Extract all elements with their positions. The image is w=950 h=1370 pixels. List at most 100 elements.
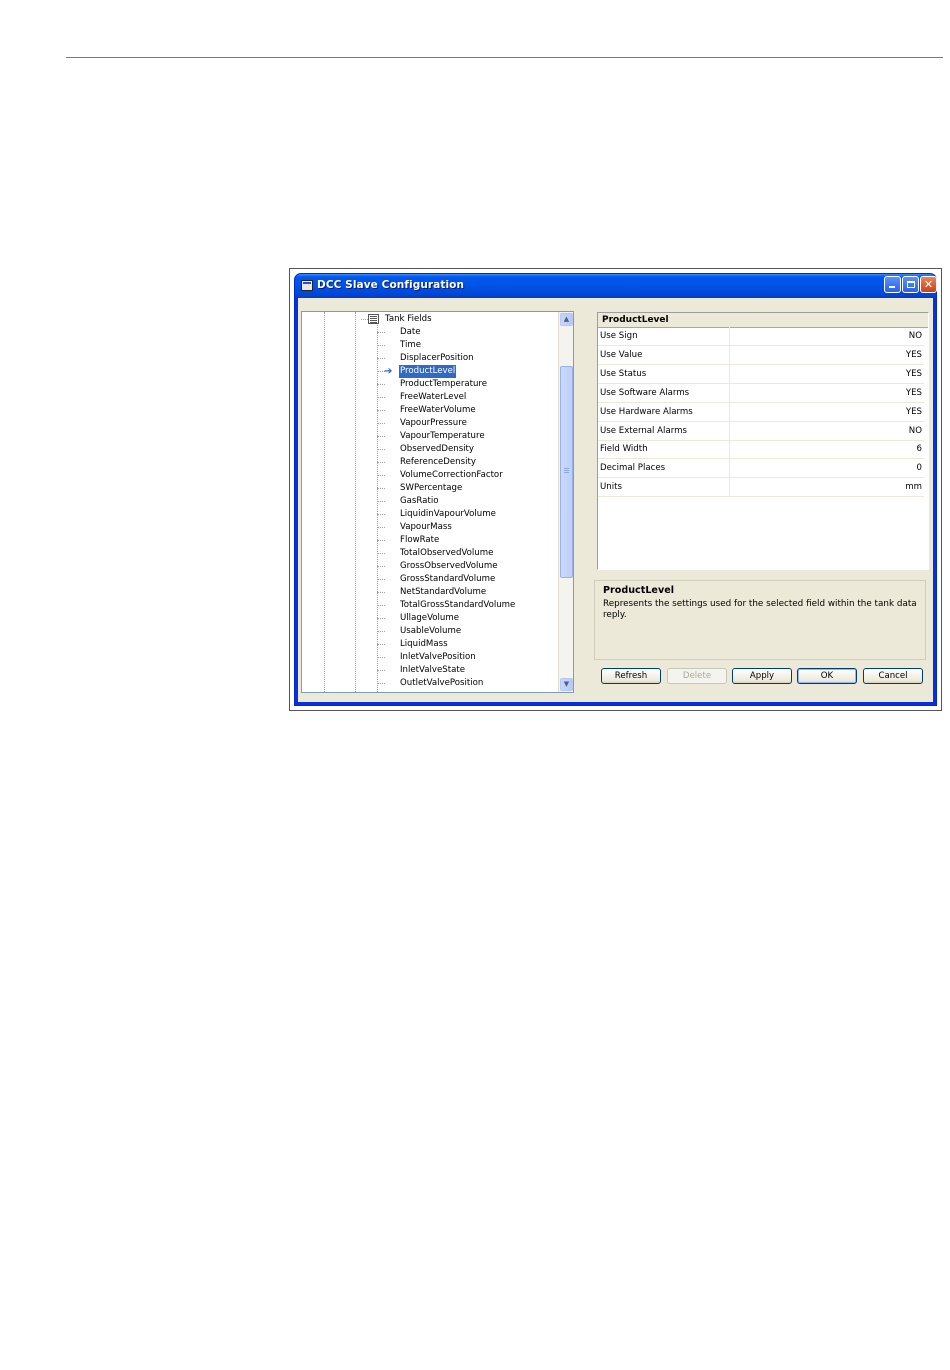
property-value[interactable]: mm [905,478,922,496]
tree-item-label: UllageVolume [400,613,460,623]
tree-item-label: LiquidMass [400,639,448,649]
window-app-icon [301,280,313,291]
tree-connector [361,319,368,320]
column-divider [729,383,730,402]
column-divider [729,440,730,459]
tree-connector [377,592,385,593]
screenshot-frame: DCC Slave Configuration ✕ Tank Fields Dat… [289,268,942,711]
property-row[interactable]: Use Hardware Alarms YES [598,402,924,422]
tree-item-label: ReferenceDensity [400,457,476,467]
property-name: Use External Alarms [600,425,687,436]
property-row[interactable]: Field Width 6 [598,440,924,460]
scroll-down-button[interactable]: ▼ [560,678,573,691]
arrow-right-icon: ➔ [384,366,393,377]
tree-item-label: VapourMass [400,522,452,532]
tree-item-label: ProductLevel [399,365,457,378]
tree-item-label: SWPercentage [400,483,463,493]
property-value[interactable]: NO [909,422,922,440]
description-panel: ProductLevel Represents the settings use… [594,580,926,660]
tree-connector [377,397,385,398]
tree-item-label: UsableVolume [400,626,462,636]
property-row[interactable]: Use Sign NO [598,327,924,346]
tree-item-label: ObservedDensity [400,444,475,454]
tree-connector [377,553,385,554]
grip-icon [564,468,569,469]
scroll-up-button[interactable]: ▲ [560,313,573,326]
tree-item-label: Time [400,340,422,350]
tree-connector [377,423,385,424]
tree-connector [377,631,385,632]
tree-item-label: VapourTemperature [400,431,485,441]
minimize-icon [889,286,895,288]
column-divider [729,327,730,345]
property-grid-header: ProductLevel [598,313,928,328]
property-value[interactable]: YES [906,384,922,402]
column-divider [729,402,730,421]
cancel-button[interactable]: Cancel [863,668,923,684]
apply-button[interactable]: Apply [732,668,792,684]
tree-connector [377,332,385,333]
maximize-icon [906,281,915,288]
ok-button[interactable]: OK [797,668,857,684]
tree-item-label: ProductTemperature [400,379,488,389]
delete-button[interactable]: Delete [667,668,727,684]
tree-item-label: FlowRate [400,535,440,545]
tree-connector [377,566,385,567]
property-name: Use Status [600,368,647,379]
property-row[interactable]: Use Value YES [598,345,924,365]
column-divider [729,459,730,478]
property-name: Use Hardware Alarms [600,406,693,417]
property-value[interactable]: YES [906,346,922,364]
property-row[interactable]: Units mm [598,478,924,498]
window-title: DCC Slave Configuration [317,279,465,291]
tree-item-label: TotalGrossStandardVolume [400,600,516,610]
property-row[interactable]: Use External Alarms NO [598,421,924,441]
tree-item-label: GasRatio [400,496,439,506]
property-name: Decimal Places [600,463,666,474]
tree-item-label: GrossStandardVolume [400,574,496,584]
property-grid: ProductLevel Use Sign NO Use Value YES Use S… [597,312,929,570]
tree-connector [377,449,385,450]
property-value[interactable]: 6 [917,440,922,458]
tree-connector [377,436,385,437]
tree-item-label: VolumeCorrectionFactor [400,470,503,480]
dialog-client-area: Tank Fields Date Time DisplacerPosition ➔ Pro… [298,298,933,702]
tree-connector [377,384,385,385]
property-name: Units [600,482,622,493]
tree-scrollbar[interactable]: ▲ ▼ [558,312,573,692]
tank-fields-tree[interactable]: Tank Fields Date Time DisplacerPosition ➔ Pro… [301,311,574,693]
tree-connector [377,683,385,684]
property-value[interactable]: NO [909,327,922,345]
tree-connector [377,644,385,645]
tree-item-label: Date [400,327,421,337]
maximize-button[interactable] [902,276,919,293]
property-row[interactable]: Decimal Places 0 [598,459,924,479]
title-bar[interactable]: DCC Slave Configuration ✕ [295,274,937,298]
property-value[interactable]: YES [906,365,922,383]
tree-connector [377,579,385,580]
property-name: Use Sign [600,331,638,341]
chevron-down-icon: ▼ [563,680,570,688]
refresh-button[interactable]: Refresh [601,668,661,684]
dialog-window: DCC Slave Configuration ✕ Tank Fields Dat… [294,273,937,706]
property-row[interactable]: Use Software Alarms YES [598,383,924,403]
column-divider [729,478,730,497]
property-name: Use Value [600,349,643,360]
close-icon: ✕ [923,278,934,291]
tree-connector [377,514,385,515]
property-row[interactable]: Use Status YES [598,364,924,384]
tree-item-label: TotalObservedVolume [400,548,494,558]
tree-guide-line [324,312,325,692]
property-name: Use Software Alarms [600,387,690,398]
close-button[interactable]: ✕ [920,276,937,293]
description-text: Represents the settings used for the sel… [603,599,917,620]
property-value[interactable]: YES [906,403,922,421]
scroll-thumb[interactable] [560,366,573,578]
tree-connector [377,410,385,411]
tree-connector [377,670,385,671]
tree-item-label: VapourPressure [400,418,467,428]
property-value[interactable]: 0 [917,459,922,477]
tree-item-label: FreeWaterVolume [400,405,476,415]
table-node-icon [368,314,379,324]
minimize-button[interactable] [884,276,901,293]
